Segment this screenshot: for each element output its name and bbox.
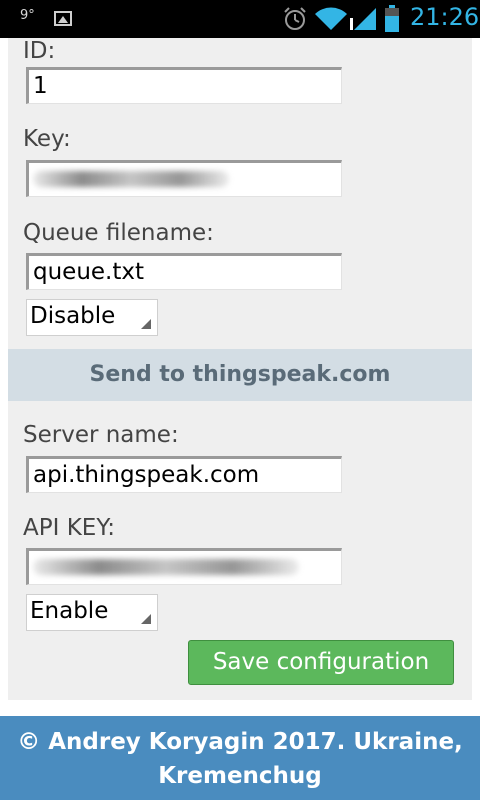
redacted-api-key <box>33 559 299 575</box>
queue-mode-value: Disable <box>30 303 116 329</box>
save-configuration-button[interactable]: Save configuration <box>188 640 454 685</box>
alarm-icon <box>284 7 306 30</box>
redacted-key <box>33 171 229 187</box>
key-label: Key: <box>23 126 71 152</box>
image-notification-icon <box>54 11 72 26</box>
id-input[interactable]: 1 <box>26 67 342 104</box>
api-key-input[interactable] <box>26 548 342 585</box>
config-form: ID: 1 Key: Queue filename: queue.txt Dis… <box>8 38 472 700</box>
thingspeak-mode-value: Enable <box>30 598 109 624</box>
temperature-indicator: 9° <box>20 8 35 23</box>
battery-icon <box>385 5 399 32</box>
dropdown-arrow-icon <box>141 614 151 624</box>
thingspeak-section-header: Send to thingspeak.com <box>8 349 472 401</box>
status-bar: 9° 21:26 <box>0 0 480 38</box>
api-key-label: API KEY: <box>23 515 116 541</box>
clock: 21:26 <box>410 3 480 31</box>
dropdown-arrow-icon <box>141 319 151 329</box>
server-name-input[interactable]: api.thingspeak.com <box>26 456 342 493</box>
queue-filename-input[interactable]: queue.txt <box>26 253 342 290</box>
signal-icon <box>350 8 376 30</box>
queue-mode-select[interactable]: Disable <box>26 299 158 336</box>
key-input[interactable] <box>26 160 342 197</box>
server-name-label: Server name: <box>23 422 179 448</box>
id-label: ID: <box>23 38 56 64</box>
wifi-icon <box>315 7 347 30</box>
footer: © Andrey Koryagin 2017. Ukraine, Kremenc… <box>0 716 480 800</box>
thingspeak-mode-select[interactable]: Enable <box>26 594 158 631</box>
queue-filename-label: Queue filename: <box>23 220 214 246</box>
